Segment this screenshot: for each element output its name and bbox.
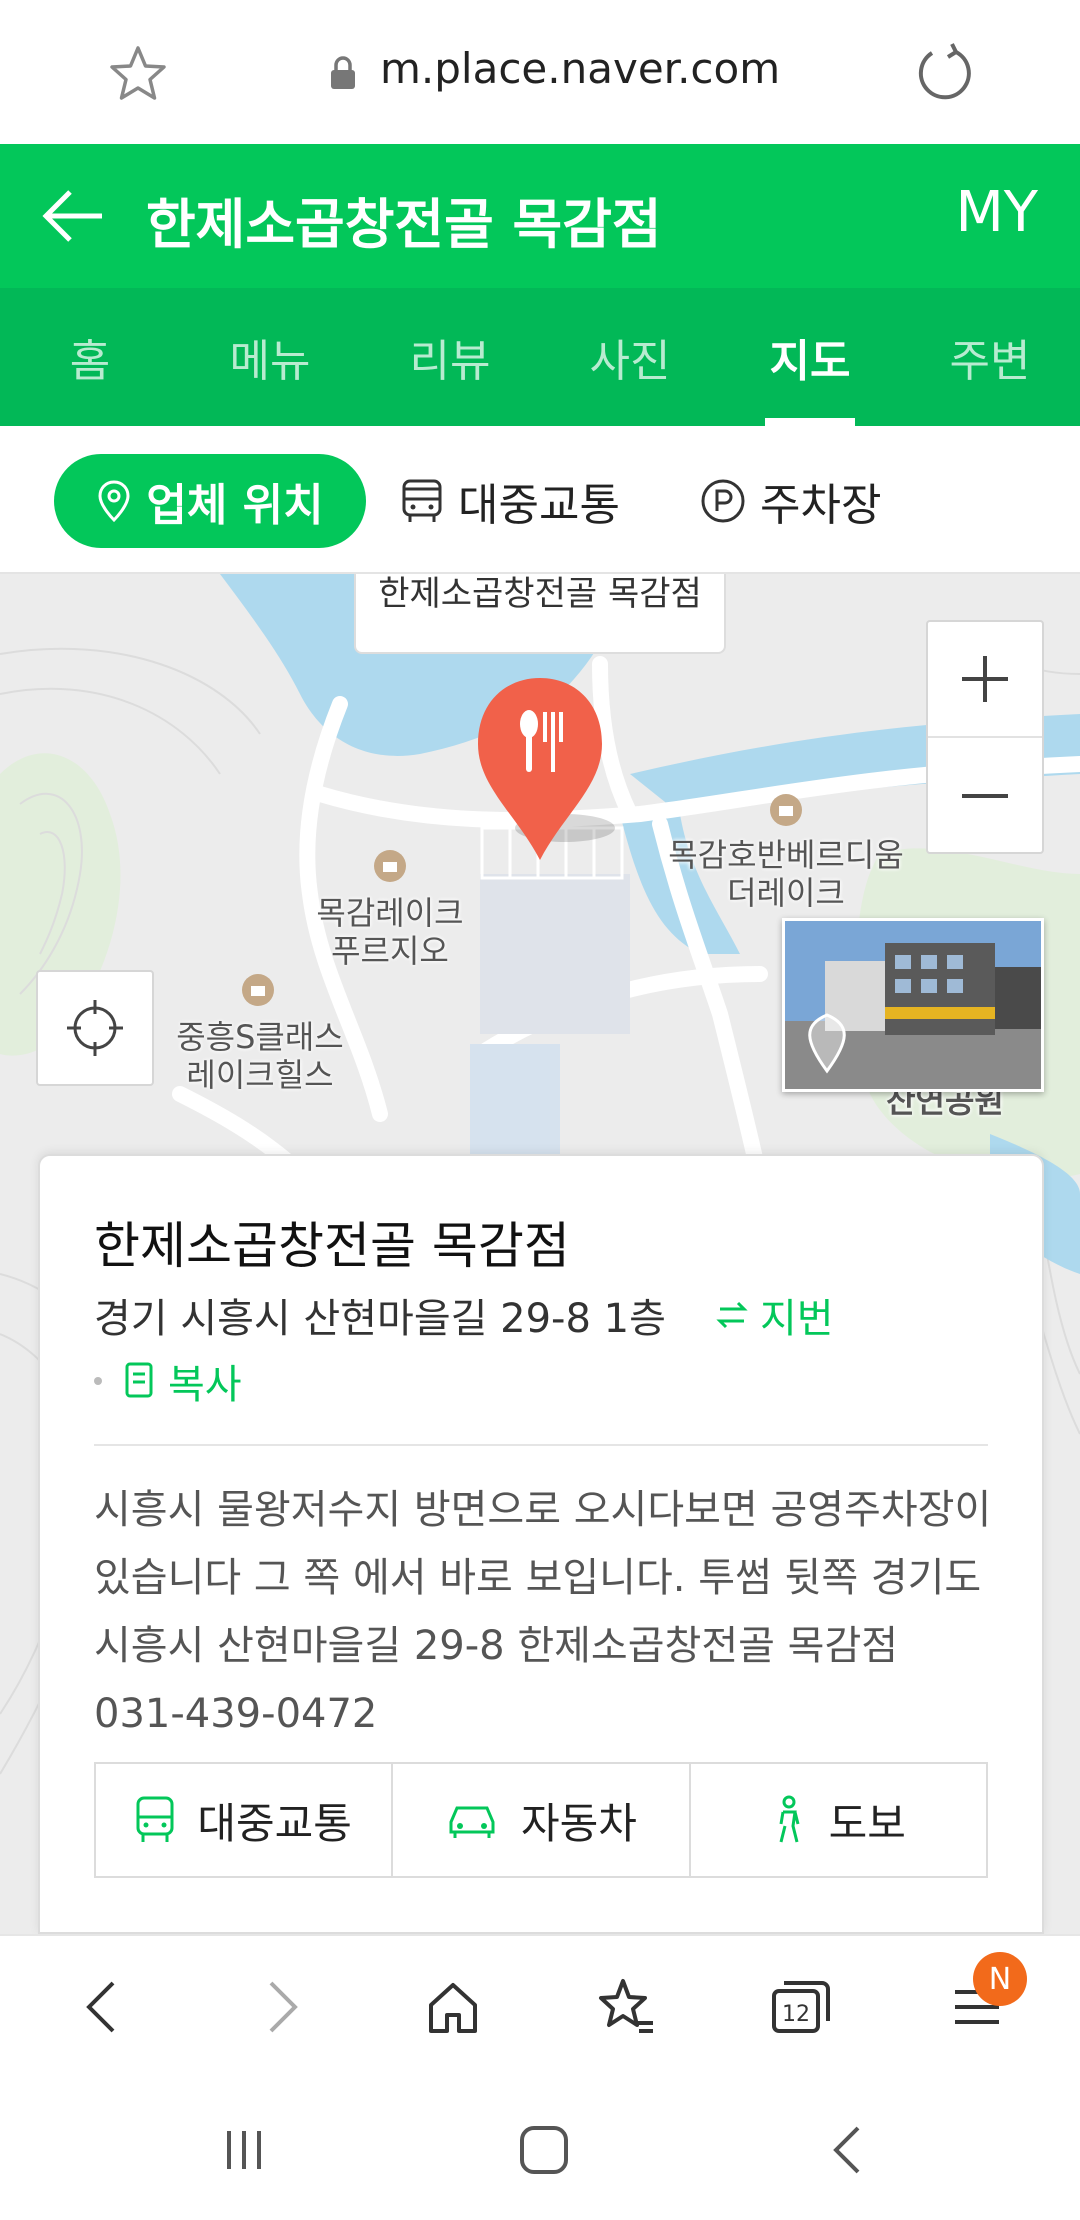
browser-back-button[interactable] [66, 1972, 136, 2042]
business-location-label: 업체 위치 [146, 480, 324, 531]
map-label-lake-fourgio: 목감레이크 푸르지오 [316, 894, 464, 970]
back-arrow-icon[interactable] [38, 184, 110, 248]
bus-icon [402, 479, 442, 522]
crosshair-icon [67, 1000, 123, 1056]
swap-arrows-icon [716, 1301, 748, 1329]
route-car-button[interactable]: 자동차 [391, 1764, 688, 1876]
notification-badge: N [973, 1952, 1027, 2006]
route-walk-button[interactable]: 도보 [688, 1764, 986, 1876]
tab-review[interactable]: 리뷰 [360, 288, 540, 426]
place-directions-description: 시흥시 물왕저수지 방면으로 오시다보면 공영주차장이 있습니다 그 쪽 에서 … [94, 1487, 992, 1737]
transit-label: 대중교통 [458, 480, 620, 531]
car-icon [449, 1806, 495, 1838]
tabs-button[interactable]: 12 [766, 1972, 836, 2042]
copy-icon [125, 1362, 153, 1398]
transit-chip[interactable]: 대중교통 [400, 454, 620, 548]
parking-chip[interactable]: 주차장 [700, 454, 881, 548]
map-filter-bar: 업체 위치 대중교통 주차장 [0, 426, 1080, 574]
zoom-controls [926, 620, 1044, 854]
recent-apps-icon [227, 2131, 261, 2169]
route-mode-buttons: 대중교통 자동차 도보 [94, 1762, 988, 1878]
my-button[interactable]: MY [955, 180, 1038, 245]
separator-dot [94, 1377, 102, 1385]
copy-label: 복사 [168, 1362, 242, 1408]
place-info-card: 한제소곱창전골 목감점 경기 시흥시 산현마을길 29-8 1층 지번 복사 시… [38, 1154, 1044, 1934]
reload-icon[interactable] [912, 40, 976, 104]
recent-apps-button[interactable] [214, 2122, 274, 2178]
minus-icon [962, 794, 1008, 798]
lock-icon [331, 56, 355, 89]
tab-count: 12 [782, 2002, 810, 2027]
tab-nearby[interactable]: 주변 [900, 288, 1080, 426]
browser-home-button[interactable] [418, 1972, 488, 2042]
bus-icon [136, 1796, 174, 1842]
plus-icon [962, 656, 1008, 702]
place-name: 한제소곱창전골 목감점 [94, 1217, 570, 1275]
bookmark-star-icon[interactable] [106, 42, 170, 106]
tab-photo[interactable]: 사진 [540, 288, 720, 426]
street-view-image [785, 921, 1041, 1089]
square-home-icon [520, 2126, 568, 2174]
browser-forward-button[interactable] [248, 1972, 318, 2042]
parking-label: 주차장 [760, 480, 882, 531]
browser-bottom-bar: 12 [0, 1934, 1080, 2074]
chevron-right-icon [269, 1981, 298, 2033]
tab-menu[interactable]: 메뉴 [180, 288, 360, 426]
divider [94, 1444, 988, 1446]
copy-address-button[interactable]: 복사 [94, 1352, 242, 1410]
zoom-in-button[interactable] [928, 622, 1042, 738]
map-label-jungheung: 중흥S클래스 레이크힐스 [176, 1018, 344, 1094]
jibun-label: 지번 [760, 1296, 834, 1342]
chevron-left-icon [86, 1981, 115, 2033]
system-nav-bar [0, 2074, 1080, 2220]
street-view-thumbnail[interactable] [782, 918, 1044, 1092]
route-transit-label: 대중교통 [197, 1798, 352, 1848]
parking-icon [701, 479, 745, 523]
place-address: 경기 시흥시 산현마을길 29-8 1층 [94, 1296, 666, 1342]
back-chevron-icon [833, 2126, 860, 2174]
location-pin-icon [98, 480, 130, 523]
map-label-hoban: 목감호반베르디움 더레이크 [668, 836, 904, 912]
zoom-out-button[interactable] [928, 738, 1042, 854]
home-icon [429, 1983, 477, 2033]
route-walk-label: 도보 [828, 1798, 906, 1848]
star-list-icon [599, 1979, 653, 2033]
place-header: 한제소곱창전골 목감점 MY [0, 144, 1080, 288]
jibun-toggle[interactable]: 지번 [714, 1286, 834, 1344]
business-location-chip[interactable]: 업체 위치 [54, 454, 366, 548]
system-home-button[interactable] [514, 2122, 574, 2178]
bookmarks-button[interactable] [592, 1972, 662, 2042]
place-callout[interactable]: 한제소곱창전골 목감점 [354, 574, 726, 654]
walking-person-icon [779, 1795, 800, 1843]
place-tabs: 홈 메뉴 리뷰 사진 지도 주변 [0, 288, 1080, 426]
tab-map[interactable]: 지도 [720, 288, 900, 426]
route-car-label: 자동차 [521, 1798, 637, 1848]
url-text[interactable]: m.place.naver.com [380, 44, 780, 93]
tab-home[interactable]: 홈 [0, 288, 180, 426]
current-location-button[interactable] [36, 970, 154, 1086]
tabs-icon: 12 [772, 1981, 830, 2033]
system-back-button[interactable] [818, 2122, 878, 2178]
route-transit-button[interactable]: 대중교통 [96, 1764, 391, 1876]
page-title: 한제소곱창전골 목감점 [146, 193, 662, 256]
browser-url-bar: m.place.naver.com [0, 0, 1080, 144]
